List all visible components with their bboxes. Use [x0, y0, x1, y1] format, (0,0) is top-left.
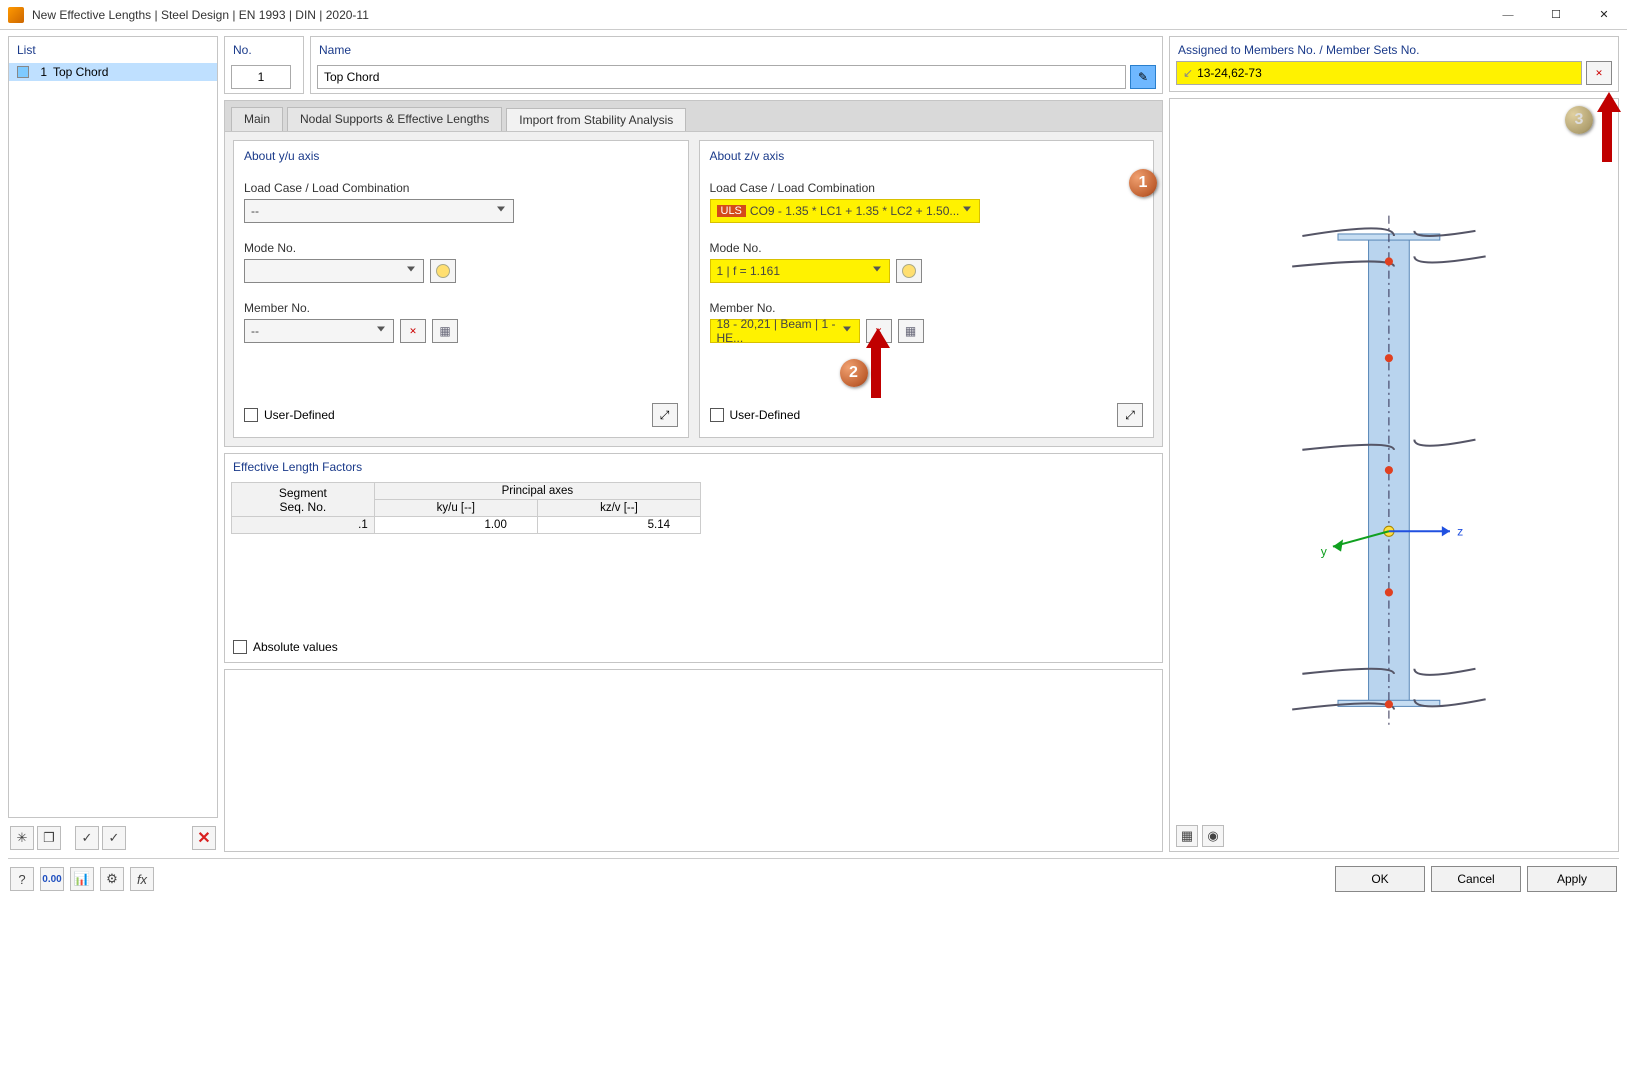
zv-mode-dropdown[interactable]: 1 | f = 1.161: [710, 259, 890, 283]
blank-panel: [224, 669, 1163, 852]
list-item[interactable]: 1 Top Chord: [9, 63, 217, 81]
callout-three-icon: 3: [1565, 106, 1593, 134]
tab-container: Main Nodal Supports & Effective Lengths …: [224, 100, 1163, 447]
yu-member-label: Member No.: [244, 301, 678, 315]
elf-panel: Effective Length Factors SegmentSeq. No.…: [224, 453, 1163, 663]
yu-mode-info-button[interactable]: [430, 259, 456, 283]
preview-canvas[interactable]: z y: [1170, 99, 1618, 821]
yu-grid-button[interactable]: [432, 319, 458, 343]
yu-userdef-checkbox[interactable]: [244, 408, 258, 422]
check-all-button[interactable]: ✓: [102, 826, 126, 850]
no-header: No.: [225, 37, 303, 61]
uls-tag: ULS: [717, 205, 746, 217]
absolute-values-label: Absolute values: [253, 640, 338, 654]
zv-userdef-checkbox[interactable]: [710, 408, 724, 422]
list-item-icon: [17, 66, 29, 78]
maximize-button[interactable]: ☐: [1541, 3, 1571, 27]
app-icon: [8, 7, 24, 23]
window-title: New Effective Lengths | Steel Design | E…: [32, 8, 1493, 22]
callout-three-arrow-icon: [1597, 80, 1617, 162]
edit-name-button[interactable]: ✎: [1130, 65, 1156, 89]
assign-input[interactable]: ↙ 13-24,62-73: [1176, 61, 1582, 85]
zv-expand-button[interactable]: ⤢: [1117, 403, 1143, 427]
tab-main[interactable]: Main: [231, 107, 283, 131]
ok-button[interactable]: OK: [1335, 866, 1425, 892]
yu-expand-button[interactable]: ⤢: [652, 403, 678, 427]
preview-panel: z y ▦ ◉: [1169, 98, 1619, 852]
elf-header: Effective Length Factors: [225, 454, 1162, 478]
zv-mode-label: Mode No.: [710, 241, 1144, 255]
yu-mode-label: Mode No.: [244, 241, 678, 255]
preview-view1-button[interactable]: ▦: [1176, 825, 1198, 847]
list-header: List: [9, 37, 217, 61]
zv-grid-button[interactable]: [898, 319, 924, 343]
callout-two-arrow-icon: [866, 316, 886, 398]
name-panel: Name Top Chord ✎: [310, 36, 1163, 94]
elf-table: SegmentSeq. No. Principal axes ky/u [--]…: [231, 482, 701, 534]
name-header: Name: [311, 37, 1162, 61]
work-area: List 1 Top Chord ✳ ❐ ✓ ✓ ✕ No.: [0, 30, 1627, 852]
check-active-button[interactable]: ✓: [75, 826, 99, 850]
delete-item-button[interactable]: ✕: [192, 826, 216, 850]
footer-graph-button[interactable]: 📊: [70, 867, 94, 891]
close-button[interactable]: ✕: [1589, 3, 1619, 27]
list-toolbar: ✳ ❐ ✓ ✓ ✕: [8, 824, 218, 852]
callout-two-icon: 2: [840, 359, 868, 387]
yu-title: About y/u axis: [244, 149, 678, 163]
list-panel: List 1 Top Chord: [8, 36, 218, 818]
zv-lc-label: Load Case / Load Combination: [710, 181, 1144, 195]
yu-member-dropdown[interactable]: --: [244, 319, 394, 343]
list-item-label: Top Chord: [53, 65, 108, 79]
apply-button[interactable]: Apply: [1527, 866, 1617, 892]
header-row: No. 1 Name Top Chord ✎: [224, 36, 1163, 94]
yu-pick-button[interactable]: [400, 319, 426, 343]
new-item-button[interactable]: ✳: [10, 826, 34, 850]
table-row[interactable]: .1 1.00 5.14: [232, 517, 701, 534]
z-axis-label: z: [1457, 524, 1463, 538]
left-column: List 1 Top Chord ✳ ❐ ✓ ✓ ✕: [8, 36, 218, 852]
zv-member-label: Member No.: [710, 301, 1144, 315]
yu-lc-label: Load Case / Load Combination: [244, 181, 678, 195]
minimize-button[interactable]: —: [1493, 3, 1523, 27]
footer-fx-button[interactable]: fx: [130, 867, 154, 891]
yu-mode-dropdown[interactable]: [244, 259, 424, 283]
zv-lc-value: CO9 - 1.35 * LC1 + 1.35 * LC2 + 1.50...: [750, 204, 959, 218]
center-column: No. 1 Name Top Chord ✎ Main Nodal Suppor…: [224, 36, 1163, 852]
tab-import[interactable]: Import from Stability Analysis: [506, 108, 686, 132]
name-input[interactable]: Top Chord: [317, 65, 1126, 89]
footer: ? 0.00 📊 ⚙ fx OK Cancel Apply: [0, 859, 1627, 899]
assign-panel: Assigned to Members No. / Member Sets No…: [1169, 36, 1619, 92]
zv-userdef-label: User-Defined: [730, 408, 801, 422]
yu-userdef-label: User-Defined: [264, 408, 335, 422]
preview-view2-button[interactable]: ◉: [1202, 825, 1224, 847]
tab-nodal[interactable]: Nodal Supports & Effective Lengths: [287, 107, 502, 131]
zv-title: About z/v axis: [710, 149, 1144, 163]
right-column: Assigned to Members No. / Member Sets No…: [1169, 36, 1619, 852]
zv-lc-dropdown[interactable]: ULS CO9 - 1.35 * LC1 + 1.35 * LC2 + 1.50…: [710, 199, 980, 223]
footer-units-button[interactable]: 0.00: [40, 867, 64, 891]
yu-lc-dropdown[interactable]: --: [244, 199, 514, 223]
yu-axis-panel: About y/u axis Load Case / Load Combinat…: [233, 140, 689, 438]
callout-one-icon: 1: [1129, 169, 1157, 197]
cancel-button[interactable]: Cancel: [1431, 866, 1521, 892]
no-panel: No. 1: [224, 36, 304, 94]
zv-axis-panel: About z/v axis Load Case / Load Combinat…: [699, 140, 1155, 438]
title-bar: New Effective Lengths | Steel Design | E…: [0, 0, 1627, 30]
absolute-values-checkbox[interactable]: [233, 640, 247, 654]
copy-item-button[interactable]: ❐: [37, 826, 61, 850]
list-body: 1 Top Chord: [9, 61, 217, 817]
y-axis-label: y: [1321, 545, 1328, 559]
preview-svg: z y: [1170, 99, 1618, 821]
footer-help-button[interactable]: ?: [10, 867, 34, 891]
preview-toolbar: ▦ ◉: [1170, 821, 1618, 851]
no-input[interactable]: 1: [231, 65, 291, 89]
zv-member-dropdown[interactable]: 18 - 20,21 | Beam | 1 - HE...: [710, 319, 860, 343]
zv-mode-info-button[interactable]: [896, 259, 922, 283]
list-item-number: 1: [35, 65, 47, 79]
footer-settings-button[interactable]: ⚙: [100, 867, 124, 891]
assign-header: Assigned to Members No. / Member Sets No…: [1170, 37, 1618, 61]
